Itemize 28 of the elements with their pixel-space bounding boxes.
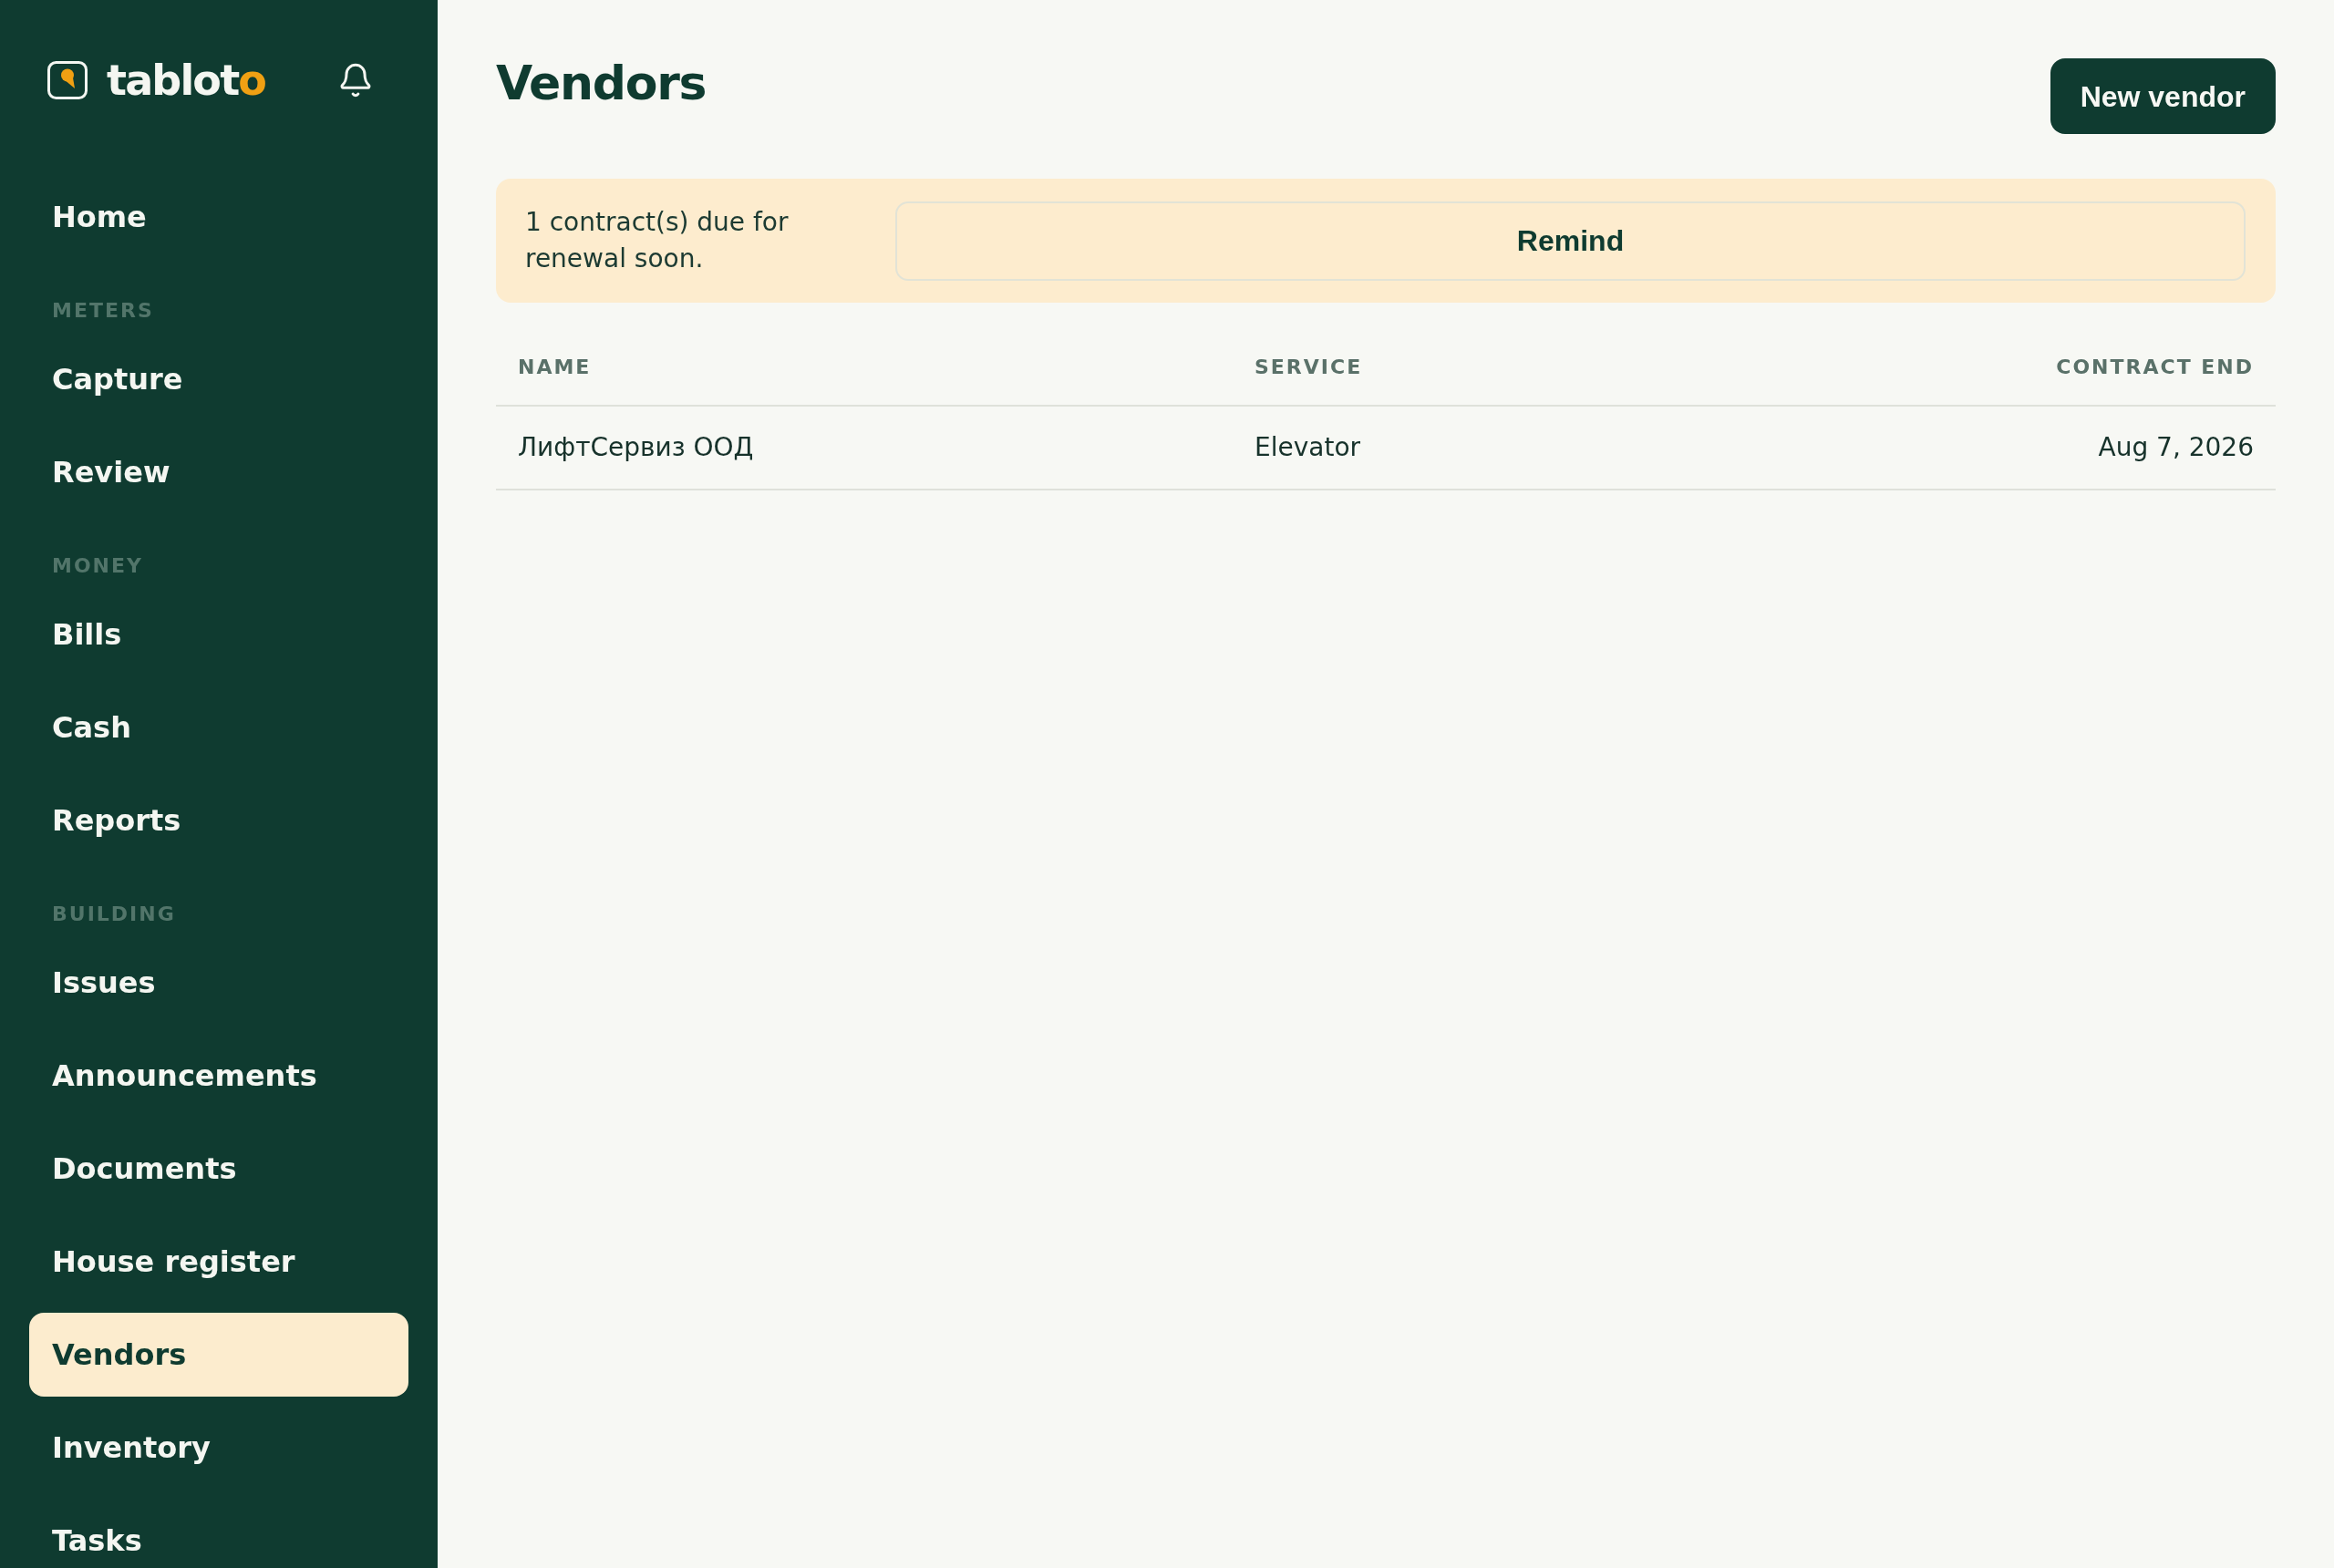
nav-item[interactable]: Bills — [29, 593, 408, 676]
nav-item[interactable]: Home — [29, 175, 408, 259]
nav-item[interactable]: Capture — [29, 337, 408, 421]
column-header: NAME — [518, 356, 592, 378]
nav-item[interactable]: Review — [29, 430, 408, 514]
nav-item[interactable]: House register — [29, 1220, 408, 1304]
nav-section-label: METERS — [52, 299, 155, 323]
table-cell: ЛифтСервиз ООД — [518, 432, 754, 462]
nav-item[interactable]: Cash — [29, 686, 408, 769]
table-cell: Elevator — [1255, 432, 1361, 462]
nav-item[interactable]: Inventory — [29, 1406, 408, 1490]
page-title: Vendors — [496, 55, 707, 111]
nav-item[interactable]: Tasks — [29, 1499, 408, 1568]
nav-item[interactable]: Reports — [29, 779, 408, 862]
nav-item[interactable]: Documents — [29, 1127, 408, 1211]
nav-section-label: MONEY — [52, 554, 144, 578]
column-header: CONTRACT END — [2056, 356, 2254, 378]
nav-item[interactable]: Issues — [29, 941, 408, 1025]
nav-section-label: BUILDING — [52, 903, 177, 926]
logo-icon — [47, 61, 88, 99]
remind-button[interactable]: Remind — [895, 201, 2246, 281]
new-vendor-button[interactable]: New vendor — [2050, 58, 2276, 134]
nav-item[interactable]: Announcements — [29, 1034, 408, 1118]
table-cell: Aug 7, 2026 — [2098, 432, 2254, 462]
column-header: SERVICE — [1255, 356, 1363, 378]
nav-item[interactable]: Vendors — [29, 1313, 408, 1397]
logo-wordmark: tabloto — [107, 58, 266, 102]
renewal-message: 1 contract(s) due for renewal soon. — [525, 206, 790, 275]
